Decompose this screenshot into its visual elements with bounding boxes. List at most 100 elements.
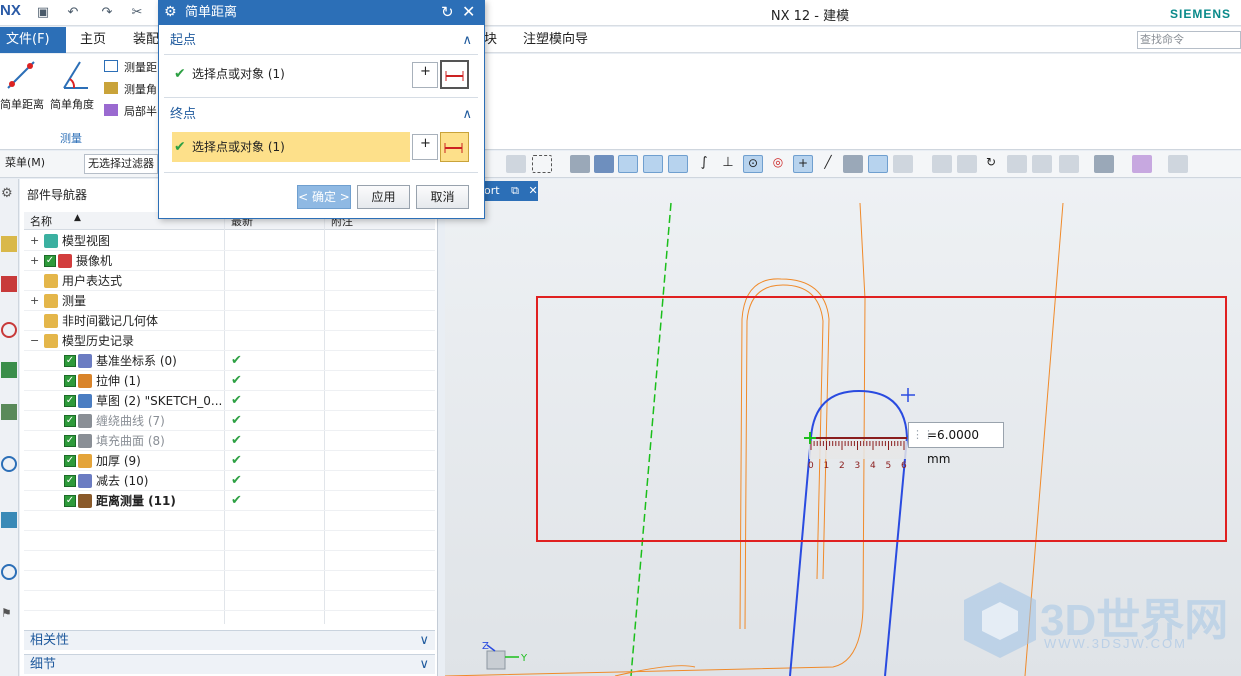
- color-icon[interactable]: [1132, 155, 1152, 173]
- command-search-input[interactable]: 查找命令: [1137, 31, 1241, 49]
- line-icon[interactable]: [643, 155, 663, 173]
- tree-row[interactable]: ✓ 减去 (10) ✔: [24, 471, 435, 491]
- simple-distance-button[interactable]: 简单距离: [0, 96, 44, 112]
- section-end-point[interactable]: 终点 ∧: [164, 103, 478, 127]
- visibility-checkbox[interactable]: ✓: [64, 435, 76, 447]
- simple-angle-icon[interactable]: [58, 58, 92, 92]
- intersection-icon[interactable]: +: [793, 155, 813, 173]
- selection-filter-dropdown[interactable]: 无选择过滤器: [84, 154, 158, 174]
- visibility-checkbox[interactable]: ✓: [64, 475, 76, 487]
- menu-assembly[interactable]: 装配: [133, 27, 159, 53]
- chevron-up-icon[interactable]: ∧: [462, 103, 472, 127]
- measure-distance-button[interactable]: 测量距: [124, 59, 157, 75]
- tree-row[interactable]: + 测量: [24, 291, 435, 311]
- dimension-readout[interactable]: ⋮⋮ =6.0000 mm: [908, 422, 1004, 466]
- measure-angle-button[interactable]: 测量角: [124, 81, 157, 97]
- select-icon[interactable]: [506, 155, 526, 173]
- reset-icon[interactable]: ↻: [441, 3, 454, 21]
- save-icon[interactable]: ▣: [34, 4, 52, 22]
- zoom-icon[interactable]: [957, 155, 977, 173]
- chevron-down-icon[interactable]: ∨: [419, 655, 429, 675]
- solid-icon[interactable]: [570, 155, 590, 173]
- reuse-library-icon[interactable]: [1, 362, 17, 378]
- midpoint-icon[interactable]: ╱: [818, 155, 838, 173]
- visibility-checkbox[interactable]: ✓: [64, 495, 76, 507]
- file-menu[interactable]: 文件(F): [0, 27, 66, 53]
- settings-icon[interactable]: ⚙: [1, 186, 17, 202]
- apply-button[interactable]: 应用: [357, 185, 410, 209]
- menu-block[interactable]: 块: [484, 27, 497, 53]
- menu-dropdown[interactable]: 菜单(M): [2, 154, 68, 174]
- chevron-up-icon[interactable]: ∧: [462, 29, 472, 53]
- body-icon[interactable]: [594, 155, 614, 173]
- tree-row[interactable]: 非时间戳记几何体: [24, 311, 435, 331]
- section-start-point[interactable]: 起点 ∧: [164, 29, 478, 53]
- tree-row[interactable]: + ✓ 摄像机: [24, 251, 435, 271]
- panel-dependencies[interactable]: 相关性 ∨: [24, 630, 435, 650]
- assembly-navigator-icon[interactable]: [1, 236, 17, 252]
- undo-icon[interactable]: ↶: [64, 4, 82, 22]
- center-icon[interactable]: ⊙: [743, 155, 763, 173]
- view-fit-icon[interactable]: [932, 155, 952, 173]
- layout-icon[interactable]: [1059, 155, 1079, 173]
- point-dialog-button[interactable]: +: [412, 134, 438, 160]
- panel-details[interactable]: 细节 ∨: [24, 654, 435, 674]
- expand-icon[interactable]: +: [30, 291, 39, 311]
- column-name[interactable]: 名称: [30, 213, 52, 229]
- part-navigator-icon[interactable]: [1, 322, 17, 338]
- render-style-icon[interactable]: [1094, 155, 1114, 173]
- expand-icon[interactable]: +: [30, 251, 39, 271]
- rectangle-select-icon[interactable]: [532, 155, 552, 173]
- redo-icon[interactable]: ↷: [98, 4, 116, 22]
- infer-point-button[interactable]: [440, 60, 469, 89]
- visibility-checkbox[interactable]: ✓: [64, 455, 76, 467]
- clock-icon[interactable]: [1, 564, 17, 580]
- chevron-down-icon[interactable]: ∨: [419, 631, 429, 651]
- ok-button[interactable]: < 确定 >: [297, 185, 351, 209]
- rotate-icon[interactable]: ↻: [981, 155, 1001, 173]
- hd3d-icon[interactable]: [1, 404, 17, 420]
- menu-mold-wizard[interactable]: 注塑模向导: [523, 27, 588, 53]
- visibility-checkbox[interactable]: ✓: [44, 255, 56, 267]
- tree-row[interactable]: ✓ 基准坐标系 (0) ✔: [24, 351, 435, 371]
- visibility-checkbox[interactable]: ✓: [64, 355, 76, 367]
- simple-distance-icon[interactable]: [4, 58, 38, 92]
- visibility-checkbox[interactable]: ✓: [64, 375, 76, 387]
- roles-icon[interactable]: ⚑: [1, 606, 17, 622]
- infer-point-button[interactable]: [440, 132, 469, 162]
- simple-angle-button[interactable]: 简单角度: [50, 96, 94, 112]
- grid-icon[interactable]: [893, 155, 913, 173]
- drag-handle-icon[interactable]: ⋮⋮: [912, 423, 934, 447]
- show-hide-icon[interactable]: [1168, 155, 1188, 173]
- close-icon[interactable]: ✕: [462, 2, 475, 21]
- constraint-navigator-icon[interactable]: [1, 276, 17, 292]
- snap-point-icon[interactable]: [618, 155, 638, 173]
- visibility-checkbox[interactable]: ✓: [64, 415, 76, 427]
- gear-icon[interactable]: ⚙: [164, 4, 177, 20]
- tangent-icon[interactable]: ⊥: [718, 155, 738, 173]
- tree-row[interactable]: ✓ 加厚 (9) ✔: [24, 451, 435, 471]
- surface-icon[interactable]: [868, 155, 888, 173]
- web-browser-icon[interactable]: [1, 456, 17, 472]
- point-dialog-button[interactable]: +: [412, 62, 438, 88]
- curve-icon[interactable]: ∫: [694, 155, 714, 173]
- tree-row[interactable]: ✓ 拉伸 (1) ✔: [24, 371, 435, 391]
- history-icon[interactable]: [1, 512, 17, 528]
- tree-row[interactable]: ✓ 距离测量 (11) ✔: [24, 491, 435, 511]
- cut-icon[interactable]: ✂: [128, 4, 146, 22]
- menu-home[interactable]: 主页: [80, 27, 106, 53]
- cancel-button[interactable]: 取消: [416, 185, 469, 209]
- tree-row[interactable]: − 模型历史记录: [24, 331, 435, 351]
- tree-row[interactable]: 用户表达式: [24, 271, 435, 291]
- edge-icon[interactable]: [668, 155, 688, 173]
- pan-icon[interactable]: [1007, 155, 1027, 173]
- collapse-icon[interactable]: −: [30, 331, 39, 351]
- local-radius-button[interactable]: 局部半: [124, 103, 157, 119]
- expand-icon[interactable]: +: [30, 231, 39, 251]
- quadrant-icon[interactable]: ◎: [768, 155, 788, 173]
- face-icon[interactable]: [843, 155, 863, 173]
- visibility-checkbox[interactable]: ✓: [64, 395, 76, 407]
- tree-row[interactable]: ✓ 缠绕曲线 (7) ✔: [24, 411, 435, 431]
- end-point-selector[interactable]: ✔ 选择点或对象 (1): [172, 132, 410, 162]
- tree-row[interactable]: + 模型视图: [24, 231, 435, 251]
